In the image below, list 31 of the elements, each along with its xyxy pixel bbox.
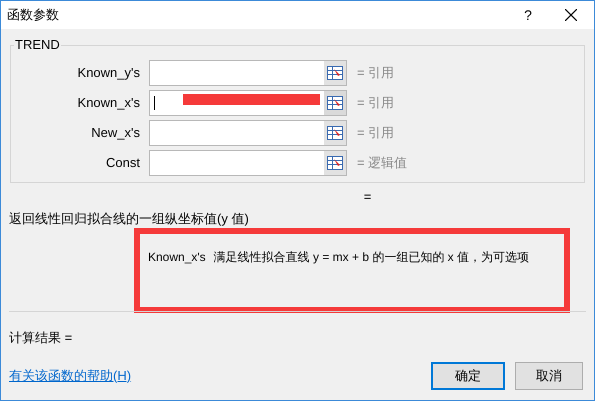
- calculation-result: 计算结果 =: [9, 329, 74, 347]
- range-select-button[interactable]: [324, 121, 346, 145]
- text-cursor: [154, 96, 155, 110]
- field-result: = 引用: [357, 94, 394, 112]
- help-button[interactable]: ?: [508, 1, 548, 29]
- dialog-button[interactable]: 确定: [431, 362, 505, 390]
- range-select-icon: [327, 96, 343, 110]
- window-title: 函数参数: [7, 6, 59, 24]
- field-result: = 引用: [357, 124, 394, 142]
- field-label: Known_y's: [76, 64, 141, 82]
- range-select-icon: [327, 66, 343, 80]
- input-field[interactable]: [149, 60, 347, 86]
- range-select-button[interactable]: [324, 61, 346, 85]
- field-result: = 逻辑值: [357, 154, 408, 172]
- help-link[interactable]: 有关该函数的帮助(H): [9, 366, 132, 386]
- argument-help: 满足线性拟合直线 y = mx + b 的一组已知的 x 值，为可选项: [214, 249, 530, 266]
- result-equals: =: [364, 188, 372, 206]
- range-select-button[interactable]: [324, 151, 346, 175]
- range-select-button[interactable]: [324, 91, 346, 115]
- input-field[interactable]: [149, 150, 347, 176]
- function-description: 返回线性回归拟合线的一组纵坐标值(y 值): [9, 210, 250, 228]
- field-result: = 引用: [357, 64, 394, 82]
- field-label: Const: [105, 154, 141, 172]
- field-label: New_x's: [90, 124, 141, 142]
- range-select-icon: [327, 156, 343, 170]
- input-field[interactable]: [149, 120, 347, 146]
- close-icon: [565, 9, 577, 21]
- dialog-button[interactable]: 取消: [515, 362, 583, 390]
- range-select-icon: [327, 126, 343, 140]
- argument-name: Known_x's: [148, 249, 206, 266]
- field-label: Known_x's: [76, 94, 141, 112]
